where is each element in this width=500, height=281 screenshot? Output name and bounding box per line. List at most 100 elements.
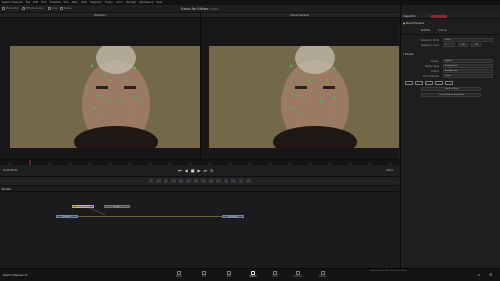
inspector-header: Inspector bbox=[401, 13, 500, 19]
play-icon[interactable]: ▶ bbox=[197, 168, 200, 173]
fusion-tool-strip bbox=[0, 177, 399, 186]
menu-item[interactable]: DaVinci Resolve bbox=[2, 1, 23, 4]
node-name-label: PlanarTracker1 bbox=[405, 22, 425, 25]
menu-item[interactable]: Help bbox=[156, 1, 162, 4]
track-forward-icon[interactable] bbox=[445, 81, 453, 85]
background-tool-icon[interactable] bbox=[148, 178, 153, 184]
row-label: Output bbox=[431, 69, 439, 73]
menu-item[interactable]: Edit bbox=[33, 1, 38, 4]
page-tab-cut[interactable]: Cut bbox=[197, 270, 211, 281]
tab-controls[interactable]: Controls bbox=[421, 29, 430, 32]
stop-tracking-icon[interactable] bbox=[425, 81, 433, 85]
page-tab-fusion[interactable]: Fusion bbox=[246, 270, 260, 281]
menu-item[interactable]: Fusion bbox=[105, 1, 113, 4]
particle-tool-icon[interactable] bbox=[231, 178, 236, 184]
right-video-frame bbox=[209, 46, 399, 148]
tracker-section-header[interactable]: ▾ Tracker bbox=[403, 53, 414, 56]
page-tab-label: Fairlight bbox=[293, 275, 303, 279]
page-tab-fairlight[interactable]: Fairlight bbox=[291, 270, 305, 281]
page-tab-media[interactable]: Media bbox=[172, 270, 186, 281]
rectangle-tool-icon[interactable] bbox=[208, 178, 213, 184]
stop-icon[interactable]: ■ bbox=[191, 168, 195, 173]
tab-settings[interactable]: Settings bbox=[438, 29, 447, 32]
menu-item[interactable]: Fairlight bbox=[126, 1, 136, 4]
go-to-start-icon[interactable]: ⏮ bbox=[178, 168, 182, 173]
project-status: Edited bbox=[210, 7, 219, 11]
top-toolbar: Media Pool Effects Library Clips Nodes F… bbox=[0, 5, 399, 13]
motion-type-select[interactable]: Perspective bbox=[443, 64, 493, 68]
inspector-node-name: ● PlanarTracker1 bbox=[403, 22, 498, 26]
page-tab-deliver[interactable]: Deliver bbox=[316, 270, 330, 281]
row-label: Reference Time bbox=[421, 43, 439, 47]
polygon-tool-icon[interactable] bbox=[201, 178, 206, 184]
track-to-end-button[interactable]: Track to End bbox=[421, 87, 481, 91]
step-forward-icon[interactable] bbox=[435, 81, 443, 85]
go-to-end-icon[interactable]: ⏭ bbox=[204, 168, 208, 173]
node-mediaout[interactable]: MediaOut1 bbox=[222, 215, 244, 219]
menu-item[interactable]: Color bbox=[116, 1, 123, 4]
create-planar-transform-button[interactable]: Create Planar Transform bbox=[421, 93, 481, 97]
menu-item[interactable]: Trim bbox=[41, 1, 47, 4]
node-editor[interactable]: MediaIn1 PlanarTracker1 Merge1 MediaOut1 bbox=[0, 192, 399, 268]
inspector-color-swatch[interactable] bbox=[431, 14, 447, 18]
menu-item[interactable]: View bbox=[81, 1, 87, 4]
track-backward-icon[interactable] bbox=[405, 81, 413, 85]
left-video-frame bbox=[10, 46, 200, 148]
menu-item[interactable]: Workspace bbox=[139, 1, 153, 4]
output-select[interactable]: Background bbox=[443, 69, 493, 73]
home-icon[interactable]: ⌂ bbox=[478, 272, 481, 277]
page-tab-label: Media bbox=[175, 275, 183, 279]
ellipse-tool-icon[interactable] bbox=[216, 178, 221, 184]
menu-item[interactable]: Mark bbox=[72, 1, 78, 4]
edit-page-icon bbox=[227, 270, 231, 275]
node-planartracker[interactable]: PlanarTracker1 bbox=[72, 205, 94, 209]
menu-item[interactable]: Playback bbox=[90, 1, 102, 4]
page-tab-label: Deliver bbox=[319, 275, 327, 279]
transport-bar: 01:00:00:00 ⏮ ◀ ■ ▶ ⏭ ↻ 138.0 bbox=[0, 165, 399, 177]
merge-tool-icon[interactable] bbox=[171, 178, 176, 184]
step-back-icon[interactable]: ◀ bbox=[185, 168, 188, 173]
blur-tool-icon[interactable] bbox=[186, 178, 191, 184]
color-page-icon bbox=[273, 270, 277, 275]
go-button[interactable]: Go bbox=[471, 43, 481, 47]
menu-item[interactable]: File bbox=[26, 1, 30, 4]
page-tab-edit[interactable]: Edit bbox=[222, 270, 236, 281]
tracker-tool-icon[interactable] bbox=[223, 178, 228, 184]
fairlight-page-icon bbox=[296, 270, 300, 275]
transform-tool-icon[interactable] bbox=[178, 178, 183, 184]
row-label: Operation Mode bbox=[420, 38, 439, 42]
step-backward-icon[interactable] bbox=[415, 81, 423, 85]
paint-tool-icon[interactable] bbox=[156, 178, 161, 184]
set-button[interactable]: Set bbox=[458, 43, 468, 47]
section-label: Tracker bbox=[404, 53, 414, 56]
settings-gear-icon[interactable]: ⚙ bbox=[489, 272, 493, 277]
project-name: Fusion for Editors bbox=[180, 6, 209, 11]
color-corrector-tool-icon[interactable] bbox=[193, 178, 198, 184]
left-viewer[interactable] bbox=[0, 18, 200, 159]
node-mediain[interactable]: MediaIn1 bbox=[56, 215, 78, 219]
reference-time-field[interactable]: 0 bbox=[443, 43, 455, 47]
renderer-tool-icon[interactable] bbox=[246, 178, 251, 184]
page-tab-label: Edit bbox=[226, 275, 232, 279]
menu-item[interactable]: Clip bbox=[64, 1, 69, 4]
track-channel-select[interactable]: Luma bbox=[443, 74, 493, 78]
left-video-image bbox=[10, 46, 200, 148]
text-tool-icon[interactable] bbox=[163, 178, 168, 184]
3d-tool-icon[interactable] bbox=[238, 178, 243, 184]
inspector-panel: Inspector ● PlanarTracker1 Controls Sett… bbox=[400, 5, 500, 268]
menu-item[interactable]: Timeline bbox=[50, 1, 61, 4]
end-frame-field[interactable]: 138.0 bbox=[386, 169, 393, 172]
page-tab-color[interactable]: Color bbox=[268, 270, 282, 281]
inspector-tabs: Controls Settings bbox=[421, 29, 447, 32]
media-page-icon bbox=[177, 270, 181, 275]
right-viewer[interactable] bbox=[201, 18, 399, 159]
node-enabled-icon[interactable]: ● bbox=[403, 22, 405, 25]
node-merge[interactable]: Merge1 bbox=[104, 205, 130, 209]
node-label: Merge1 bbox=[113, 205, 121, 208]
operation-mode-select[interactable]: Track bbox=[443, 38, 493, 42]
row-label: Track Channel bbox=[422, 74, 439, 78]
tracker-select[interactable]: Hybrid bbox=[443, 59, 493, 63]
row-label: Tracker bbox=[430, 59, 439, 63]
loop-icon[interactable]: ↻ bbox=[210, 168, 213, 173]
app-version: DaVinci Resolve 17 bbox=[3, 273, 28, 277]
